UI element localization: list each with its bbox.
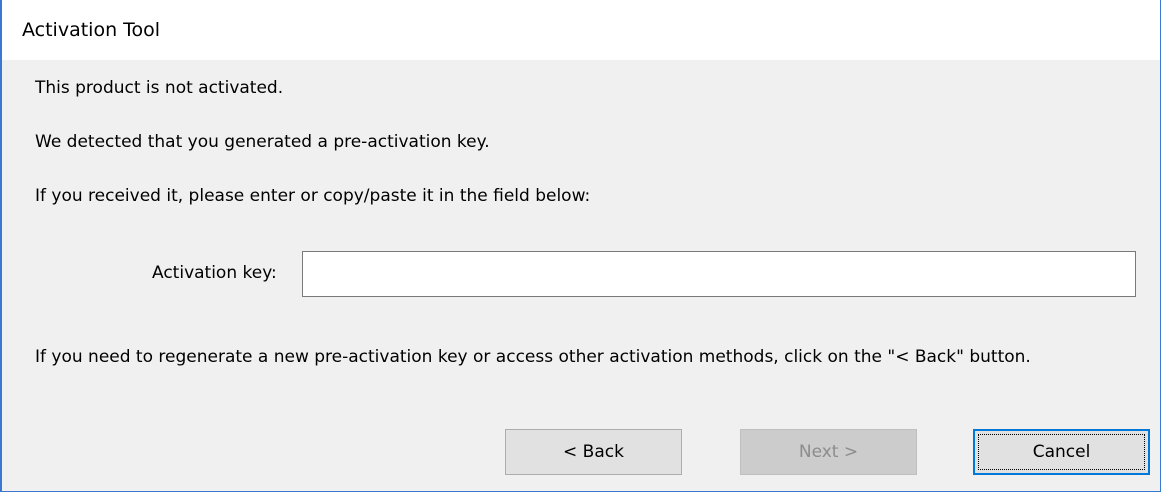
detected-key-message: We detected that you generated a pre-act…: [35, 132, 490, 152]
activation-key-label: Activation key:: [152, 263, 277, 283]
back-button[interactable]: < Back: [505, 429, 682, 475]
activation-key-input[interactable]: [302, 251, 1136, 297]
cancel-button[interactable]: Cancel: [973, 429, 1150, 475]
not-activated-message: This product is not activated.: [35, 78, 284, 98]
cancel-button-label: Cancel: [1032, 442, 1091, 462]
regenerate-message: If you need to regenerate a new pre-acti…: [35, 347, 1031, 367]
activation-dialog: Activation Tool This product is not acti…: [0, 0, 1161, 492]
next-button[interactable]: Next >: [740, 429, 917, 475]
title-bar[interactable]: Activation Tool: [2, 0, 1160, 60]
window-title: Activation Tool: [22, 19, 161, 41]
instructions-message: If you received it, please enter or copy…: [35, 186, 591, 206]
